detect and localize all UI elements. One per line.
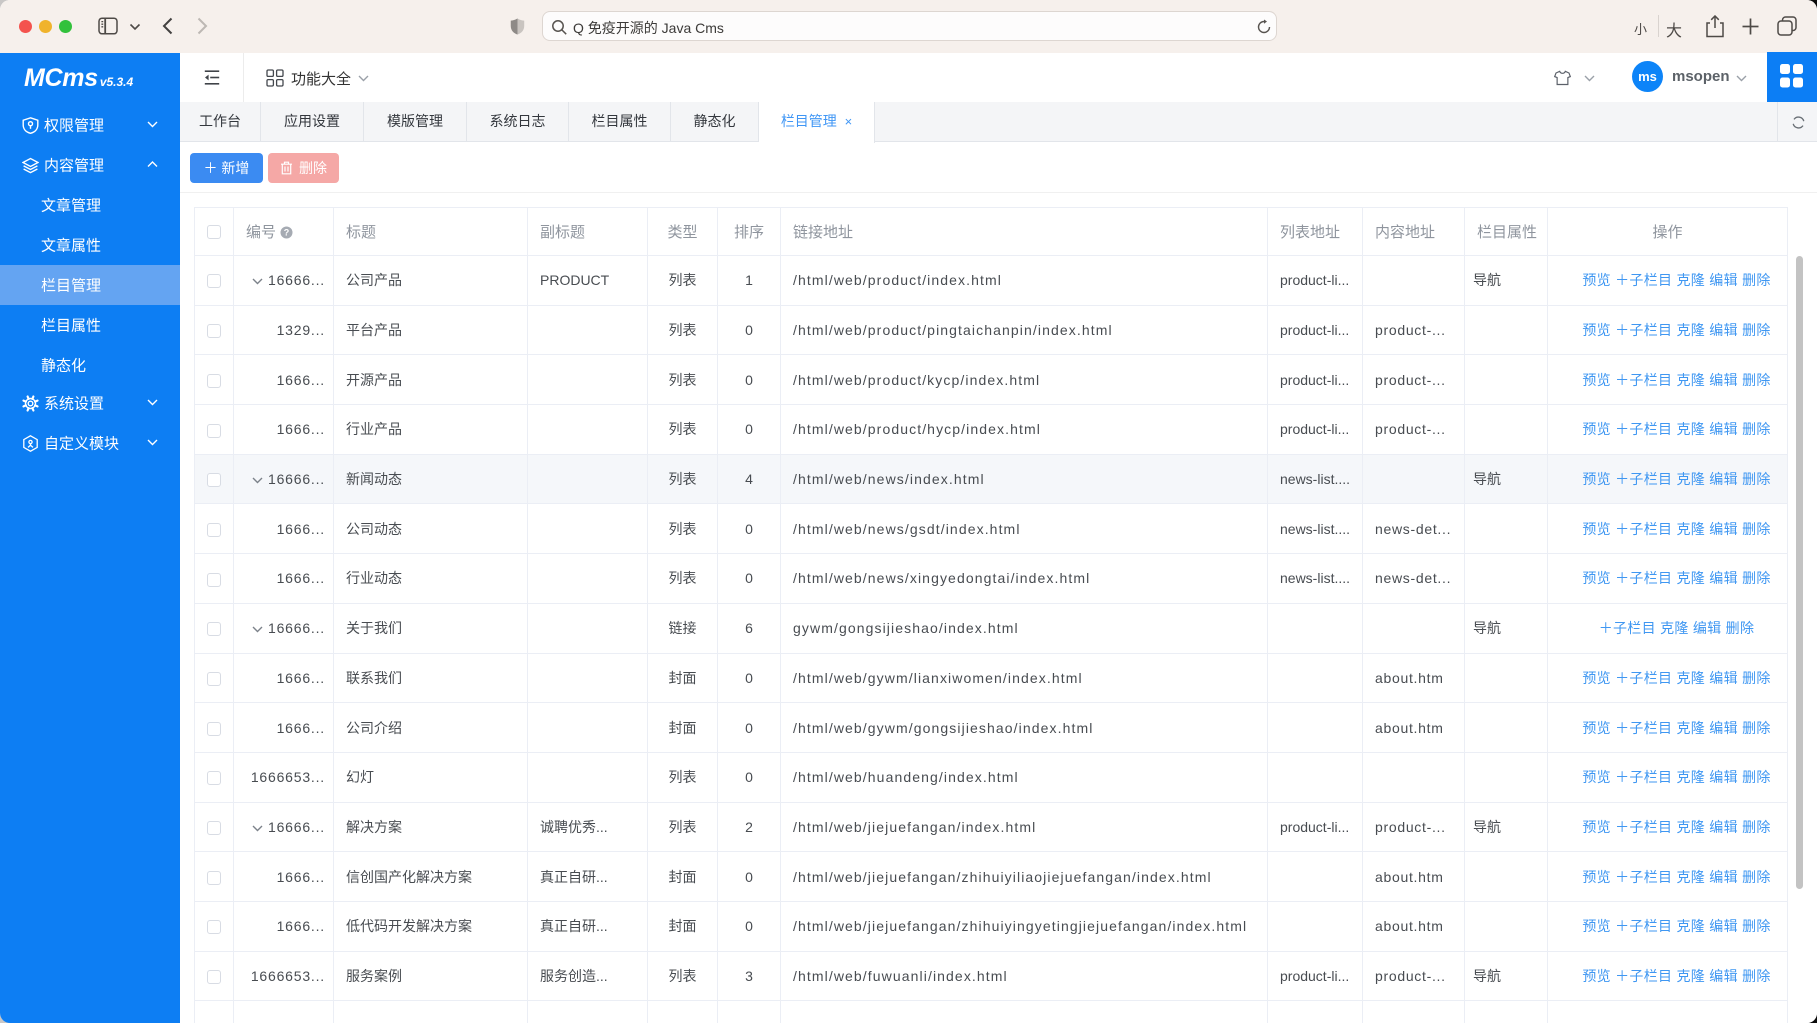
svg-text:?: ? bbox=[284, 228, 290, 238]
